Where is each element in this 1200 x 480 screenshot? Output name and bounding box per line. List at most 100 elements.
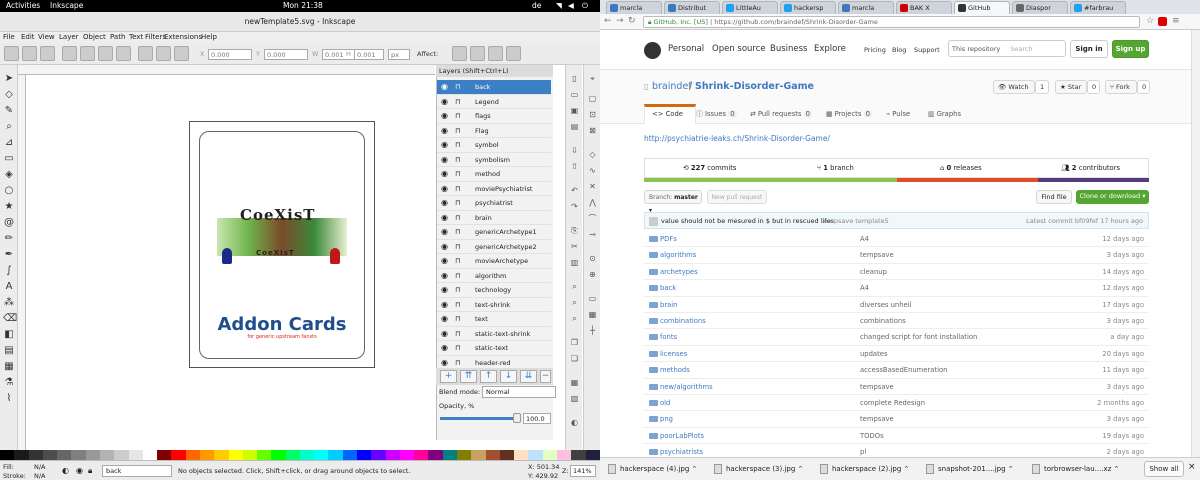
browser-tab[interactable]: GitHub — [954, 1, 1010, 14]
palette-swatch[interactable] — [542, 450, 557, 460]
unit-select[interactable]: px — [388, 49, 410, 60]
input-language[interactable]: de — [532, 1, 541, 10]
palette-swatch[interactable] — [99, 450, 115, 460]
file-name[interactable]: fonts — [660, 329, 677, 345]
repo-name[interactable]: Shrink-Disorder-Game — [695, 81, 814, 92]
layer-row[interactable]: ◉ ⊓ Legend — [437, 95, 551, 110]
file-name[interactable]: methods — [660, 362, 690, 378]
raise-top-icon[interactable] — [138, 46, 153, 61]
scale-corners-icon[interactable] — [470, 46, 485, 61]
browser-tab[interactable]: Distribut — [664, 1, 720, 14]
nav-pricing[interactable]: Pricing — [864, 46, 886, 54]
layer-row[interactable]: ◉ ⊓ algorithm — [437, 269, 551, 284]
file-name[interactable]: licenses — [660, 346, 687, 362]
extension-icon[interactable] — [1158, 17, 1167, 26]
bucket-tool-icon[interactable]: ◧ — [3, 329, 15, 341]
node-tool-icon[interactable]: ◇ — [3, 89, 15, 101]
palette-swatch[interactable] — [385, 450, 400, 460]
move-gradients-icon[interactable] — [488, 46, 503, 61]
text-tool-icon[interactable]: A — [3, 281, 15, 293]
layer-row[interactable]: ◉ ⊓ moviePsychiatrist — [437, 182, 551, 196]
clock[interactable]: Mon 21:38 — [283, 1, 323, 10]
layer-lock-icon[interactable]: ⊓ — [455, 124, 460, 139]
file-name[interactable]: poorLabPlots — [660, 428, 704, 444]
tab-projects[interactable]: ▦ Projects 0 — [826, 106, 872, 123]
cut-icon[interactable]: ✂ — [569, 241, 580, 252]
gradient-tool-icon[interactable]: ▤ — [3, 345, 15, 357]
palette-swatch[interactable] — [299, 450, 315, 460]
palette-swatch[interactable] — [471, 450, 486, 460]
palette-swatch[interactable] — [42, 450, 58, 460]
palette-swatch[interactable] — [285, 450, 300, 460]
layer-lock-icon[interactable]: ⊓ — [455, 298, 460, 313]
remove-layer-icon[interactable]: − — [540, 370, 551, 383]
layer-row[interactable]: ◉ ⊓ back — [437, 80, 551, 95]
sign-up-button[interactable]: Sign up — [1112, 40, 1149, 58]
pen-tool-icon[interactable]: ✒ — [3, 249, 15, 261]
paste-icon[interactable]: ▥ — [569, 257, 580, 268]
layer-row[interactable]: ◉ ⊓ genericArchetype2 — [437, 240, 551, 254]
browser-tab[interactable]: hackersp — [780, 1, 836, 14]
menu-extensions[interactable]: Extensions — [164, 33, 202, 41]
github-logo-icon[interactable] — [644, 42, 661, 59]
network-icon[interactable]: ◥ — [556, 1, 562, 10]
chevron-up-icon[interactable]: ⌃ — [692, 465, 698, 473]
bookmark-star-icon[interactable]: ☆ — [1146, 16, 1154, 26]
nav-personal[interactable]: Personal — [668, 44, 704, 54]
snap-grid-icon[interactable]: ▦ — [587, 309, 598, 320]
back-icon[interactable]: ← — [604, 16, 612, 26]
snap-guide-icon[interactable]: ┼ — [587, 325, 598, 336]
opacity-slider[interactable] — [440, 417, 518, 420]
file-commit-message[interactable]: A4 — [860, 280, 869, 296]
palette-swatch[interactable] — [342, 450, 358, 460]
palette-swatch[interactable] — [457, 450, 472, 460]
menu-file[interactable]: File — [3, 33, 15, 41]
raise-layer-top-icon[interactable]: ⇈ — [460, 370, 477, 383]
visibility-eye-icon[interactable]: ◉ — [441, 269, 448, 284]
palette-swatch[interactable] — [128, 450, 143, 460]
flip-h-icon[interactable] — [98, 46, 113, 61]
layer-row[interactable]: ◉ ⊓ symbol — [437, 138, 551, 153]
file-commit-message[interactable]: tempsave — [860, 411, 894, 427]
forward-icon[interactable]: → — [616, 16, 624, 26]
visibility-eye-icon[interactable]: ◉ — [441, 95, 448, 110]
commit-message[interactable]: value should not be mesured in $ but in … — [661, 213, 834, 229]
eye-icon[interactable]: ◉ — [76, 466, 83, 475]
palette-swatch[interactable] — [257, 450, 272, 460]
add-layer-icon[interactable]: + — [440, 370, 457, 383]
browser-tab[interactable]: #farbrau — [1070, 1, 1126, 14]
ellipse-tool-icon[interactable]: ○ — [3, 185, 15, 197]
menu-edit[interactable]: Edit — [21, 33, 35, 41]
file-name[interactable]: back — [660, 280, 676, 296]
menu-icon[interactable]: ≡ — [1172, 16, 1180, 26]
redo-icon[interactable]: ↷ — [569, 201, 580, 212]
current-layer-select[interactable]: back — [102, 465, 172, 477]
tab-graphs[interactable]: ▥ Graphs — [928, 106, 961, 123]
group-icon[interactable]: ▦ — [569, 377, 580, 388]
menu-view[interactable]: View — [38, 33, 55, 41]
visibility-eye-icon[interactable]: ◉ — [441, 124, 448, 139]
snap-intersections-icon[interactable]: ✕ — [587, 181, 598, 192]
file-commit-message[interactable]: accessBasedEnumeration — [860, 362, 947, 378]
branch-select[interactable]: Branch: master ▾ — [644, 190, 702, 214]
chevron-up-icon[interactable]: ⌃ — [1114, 465, 1120, 473]
export-icon[interactable]: ⇧ — [569, 161, 580, 172]
visibility-eye-icon[interactable]: ◉ — [441, 196, 448, 211]
visibility-eye-icon[interactable]: ◉ — [441, 298, 448, 313]
tab-issues[interactable]: ⓘ Issues 0 — [696, 106, 737, 123]
visibility-eye-icon[interactable]: ◉ — [441, 225, 448, 240]
file-commit-message[interactable]: updates — [860, 346, 888, 362]
palette-swatch[interactable] — [71, 450, 86, 460]
layer-lock-icon[interactable]: ⊓ — [455, 109, 460, 124]
chevron-up-icon[interactable]: ⌃ — [1008, 465, 1014, 473]
palette-swatch[interactable] — [171, 450, 186, 460]
visibility-eye-icon[interactable]: ◉ — [441, 138, 448, 153]
palette-swatch[interactable] — [499, 450, 515, 460]
fill-stroke-icon[interactable]: ◐ — [569, 417, 580, 428]
visibility-eye-icon[interactable]: ◉ — [441, 283, 448, 298]
rotate-ccw-icon[interactable] — [62, 46, 77, 61]
snap-toggle-icon[interactable]: ⌖ — [587, 73, 598, 84]
visibility-eye-icon[interactable]: ◉ — [441, 109, 448, 124]
nav-explore[interactable]: Explore — [814, 44, 846, 54]
star-tool-icon[interactable]: ★ — [3, 201, 15, 213]
